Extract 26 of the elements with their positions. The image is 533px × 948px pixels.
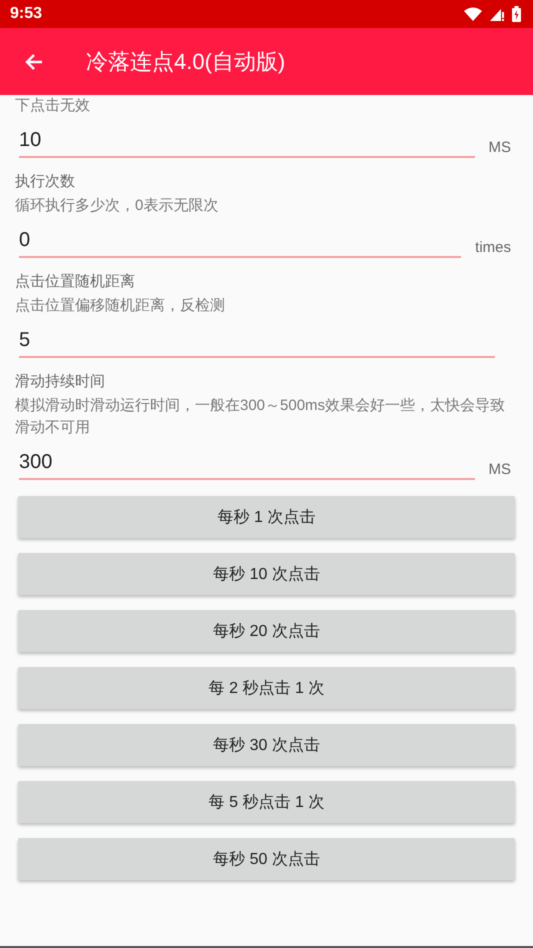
setting-description: 模拟滑动时滑动运行时间，一般在300～500ms效果会好一些，太快会导致滑动不可用 [15, 396, 506, 438]
click-rate-button[interactable]: 每 2 秒点击 1 次 [18, 667, 515, 709]
input-field[interactable]: 10 [19, 123, 474, 158]
setting-title: 点击位置随机距离 [15, 272, 136, 292]
setting-title: 滑动持续时间 [15, 372, 106, 392]
unit-label: MS [488, 461, 511, 480]
wifi-icon [464, 7, 482, 21]
click-rate-button[interactable]: 每秒 10 次点击 [18, 553, 515, 595]
unit-label: MS [488, 139, 511, 158]
status-time: 9:53 [10, 5, 42, 23]
setting-description: 点击位置偏移随机距离，反检测 [15, 296, 226, 316]
unit-label: times [475, 239, 511, 258]
battery-icon [512, 6, 521, 22]
input-field[interactable]: 300 [19, 445, 474, 480]
setting-title: 执行次数 [15, 172, 76, 192]
click-rate-button[interactable]: 每秒 20 次点击 [18, 610, 515, 652]
click-rate-button[interactable]: 每秒 1 次点击 [18, 496, 515, 538]
input-field[interactable]: 5 [19, 323, 495, 358]
app-title: 冷落连点4.0(自动版) [86, 48, 286, 76]
signal-icon [490, 7, 504, 21]
click-rate-button[interactable]: 每秒 50 次点击 [18, 838, 515, 880]
input-field[interactable]: 0 [19, 223, 462, 258]
click-rate-button[interactable]: 每 5 秒点击 1 次 [18, 781, 515, 823]
setting-description: 下点击无效 [15, 96, 91, 116]
setting-description: 循环执行多少次，0表示无限次 [15, 196, 220, 216]
click-rate-button[interactable]: 每秒 30 次点击 [18, 724, 515, 766]
